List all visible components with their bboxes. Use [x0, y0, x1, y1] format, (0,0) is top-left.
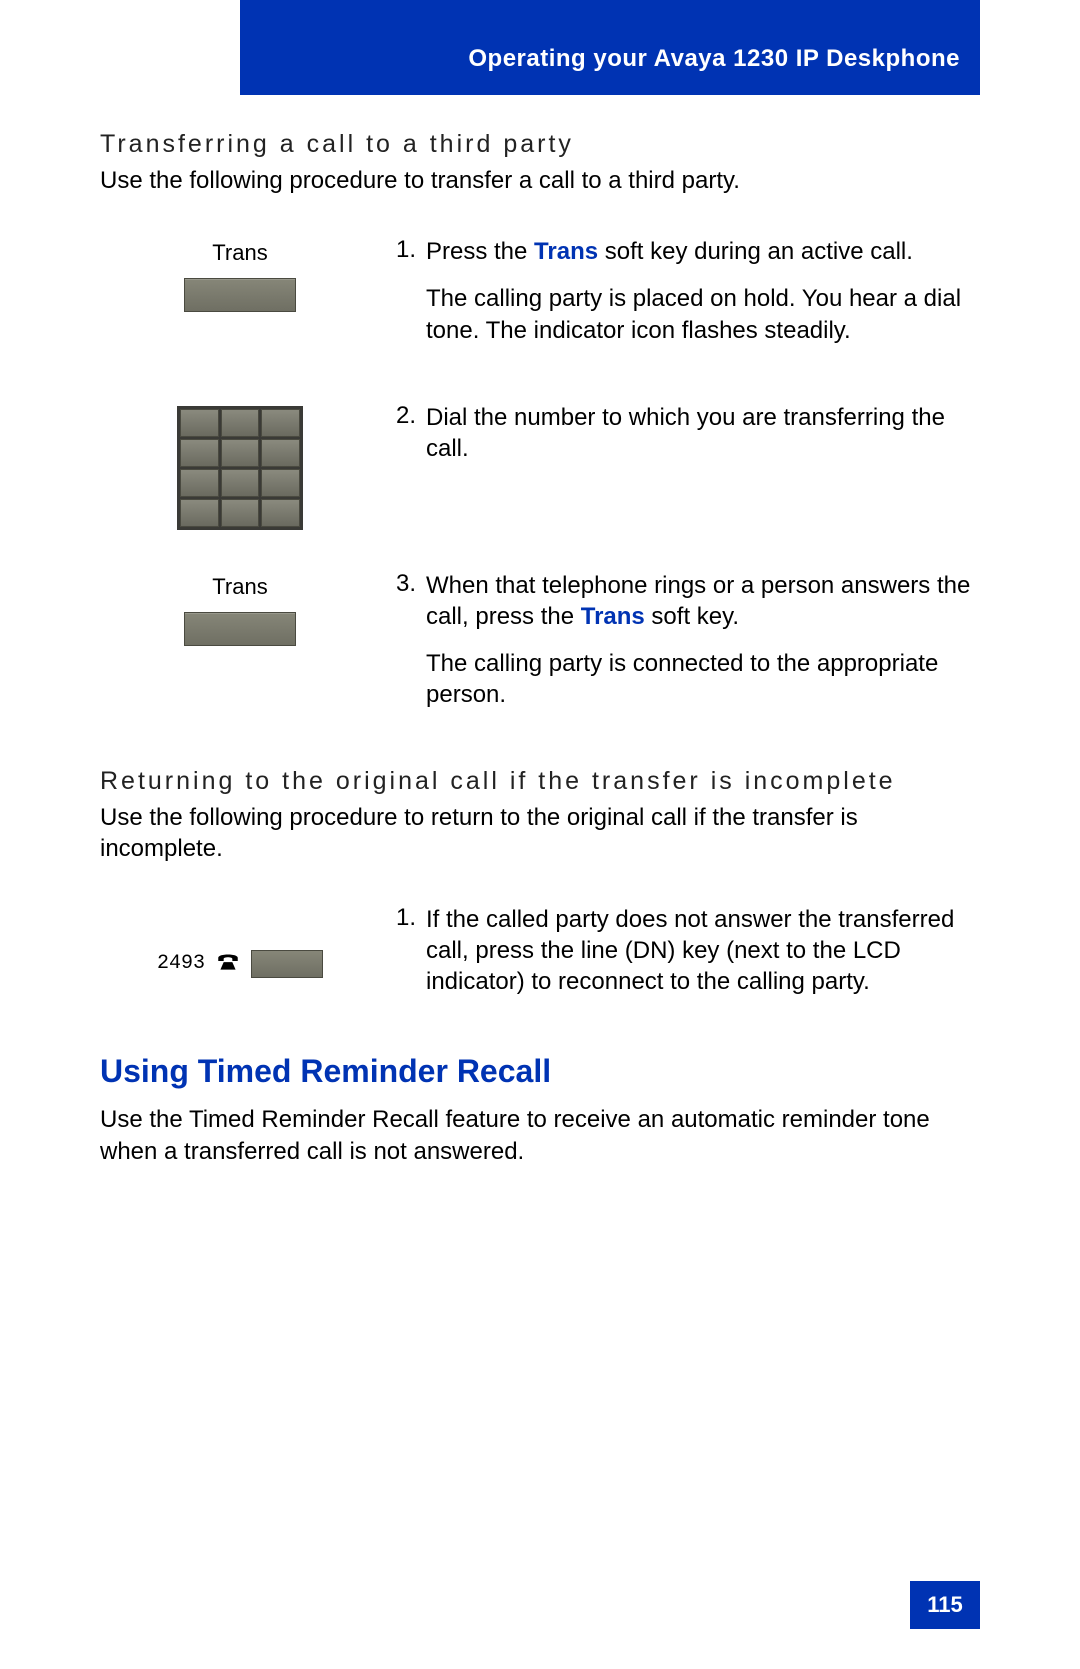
step-text: soft key during an active call.: [598, 238, 913, 265]
dn-button-icon: [251, 950, 323, 978]
step-body: Press the Trans soft key during an activ…: [426, 236, 980, 362]
section2-intro: Use the following procedure to return to…: [100, 802, 980, 864]
page-number: 115: [927, 1592, 963, 1618]
step-text-col: 2. Dial the number to which you are tran…: [380, 402, 980, 530]
step-text-col: 3. When that telephone rings or a person…: [380, 570, 980, 727]
step-number: 3.: [380, 570, 426, 727]
step-icon-col: [100, 402, 380, 530]
page: Operating your Avaya 1230 IP Deskphone T…: [0, 0, 1080, 1669]
softkey-label: Trans: [212, 240, 267, 266]
softkey-button-icon: [184, 278, 296, 312]
step-icon-col: Trans: [100, 236, 380, 362]
step-text: soft key.: [645, 603, 739, 630]
keyword-trans: Trans: [581, 603, 645, 630]
step-text: The calling party is connected to the ap…: [426, 648, 980, 710]
header-band: Operating your Avaya 1230 IP Deskphone: [240, 0, 980, 95]
step-text: If the called party does not answer the …: [426, 904, 980, 998]
section1-heading: Transferring a call to a third party: [100, 130, 980, 159]
step-icon-col: Trans: [100, 570, 380, 727]
softkey-button-icon: [184, 612, 296, 646]
softkey-label: Trans: [212, 574, 267, 600]
step-number: 1.: [380, 904, 426, 1014]
step-text-col: 1. Press the Trans soft key during an ac…: [380, 236, 980, 362]
step-body: When that telephone rings or a person an…: [426, 570, 980, 727]
step-text: Press the: [426, 238, 534, 265]
keyword-trans: Trans: [534, 238, 598, 265]
step-body: Dial the number to which you are transfe…: [426, 402, 980, 530]
step-text: Dial the number to which you are transfe…: [426, 402, 980, 464]
step-body: If the called party does not answer the …: [426, 904, 980, 1014]
step-row: Trans 3. When that telephone rings or a …: [100, 570, 980, 727]
keypad-icon: [177, 406, 303, 530]
step-number: 1.: [380, 236, 426, 362]
section1-intro: Use the following procedure to transfer …: [100, 165, 980, 196]
section2-heading: Returning to the original call if the tr…: [100, 767, 980, 796]
step-row: Trans 1. Press the Trans soft key during…: [100, 236, 980, 362]
section3-intro: Use the Timed Reminder Recall feature to…: [100, 1104, 980, 1166]
step-row: 2. Dial the number to which you are tran…: [100, 402, 980, 530]
content: Transferring a call to a third party Use…: [100, 130, 980, 1207]
phone-icon: [215, 950, 241, 977]
step-icon-col: 2493: [100, 904, 380, 1014]
section3-heading: Using Timed Reminder Recall: [100, 1053, 980, 1090]
dn-number: 2493: [157, 952, 205, 975]
page-number-box: 115: [910, 1581, 980, 1629]
header-title: Operating your Avaya 1230 IP Deskphone: [468, 45, 960, 73]
step-text-col: 1. If the called party does not answer t…: [380, 904, 980, 1014]
step-row: 2493 1. If the called party does not ans…: [100, 904, 980, 1014]
step-text: The calling party is placed on hold. You…: [426, 283, 980, 345]
step-number: 2.: [380, 402, 426, 530]
